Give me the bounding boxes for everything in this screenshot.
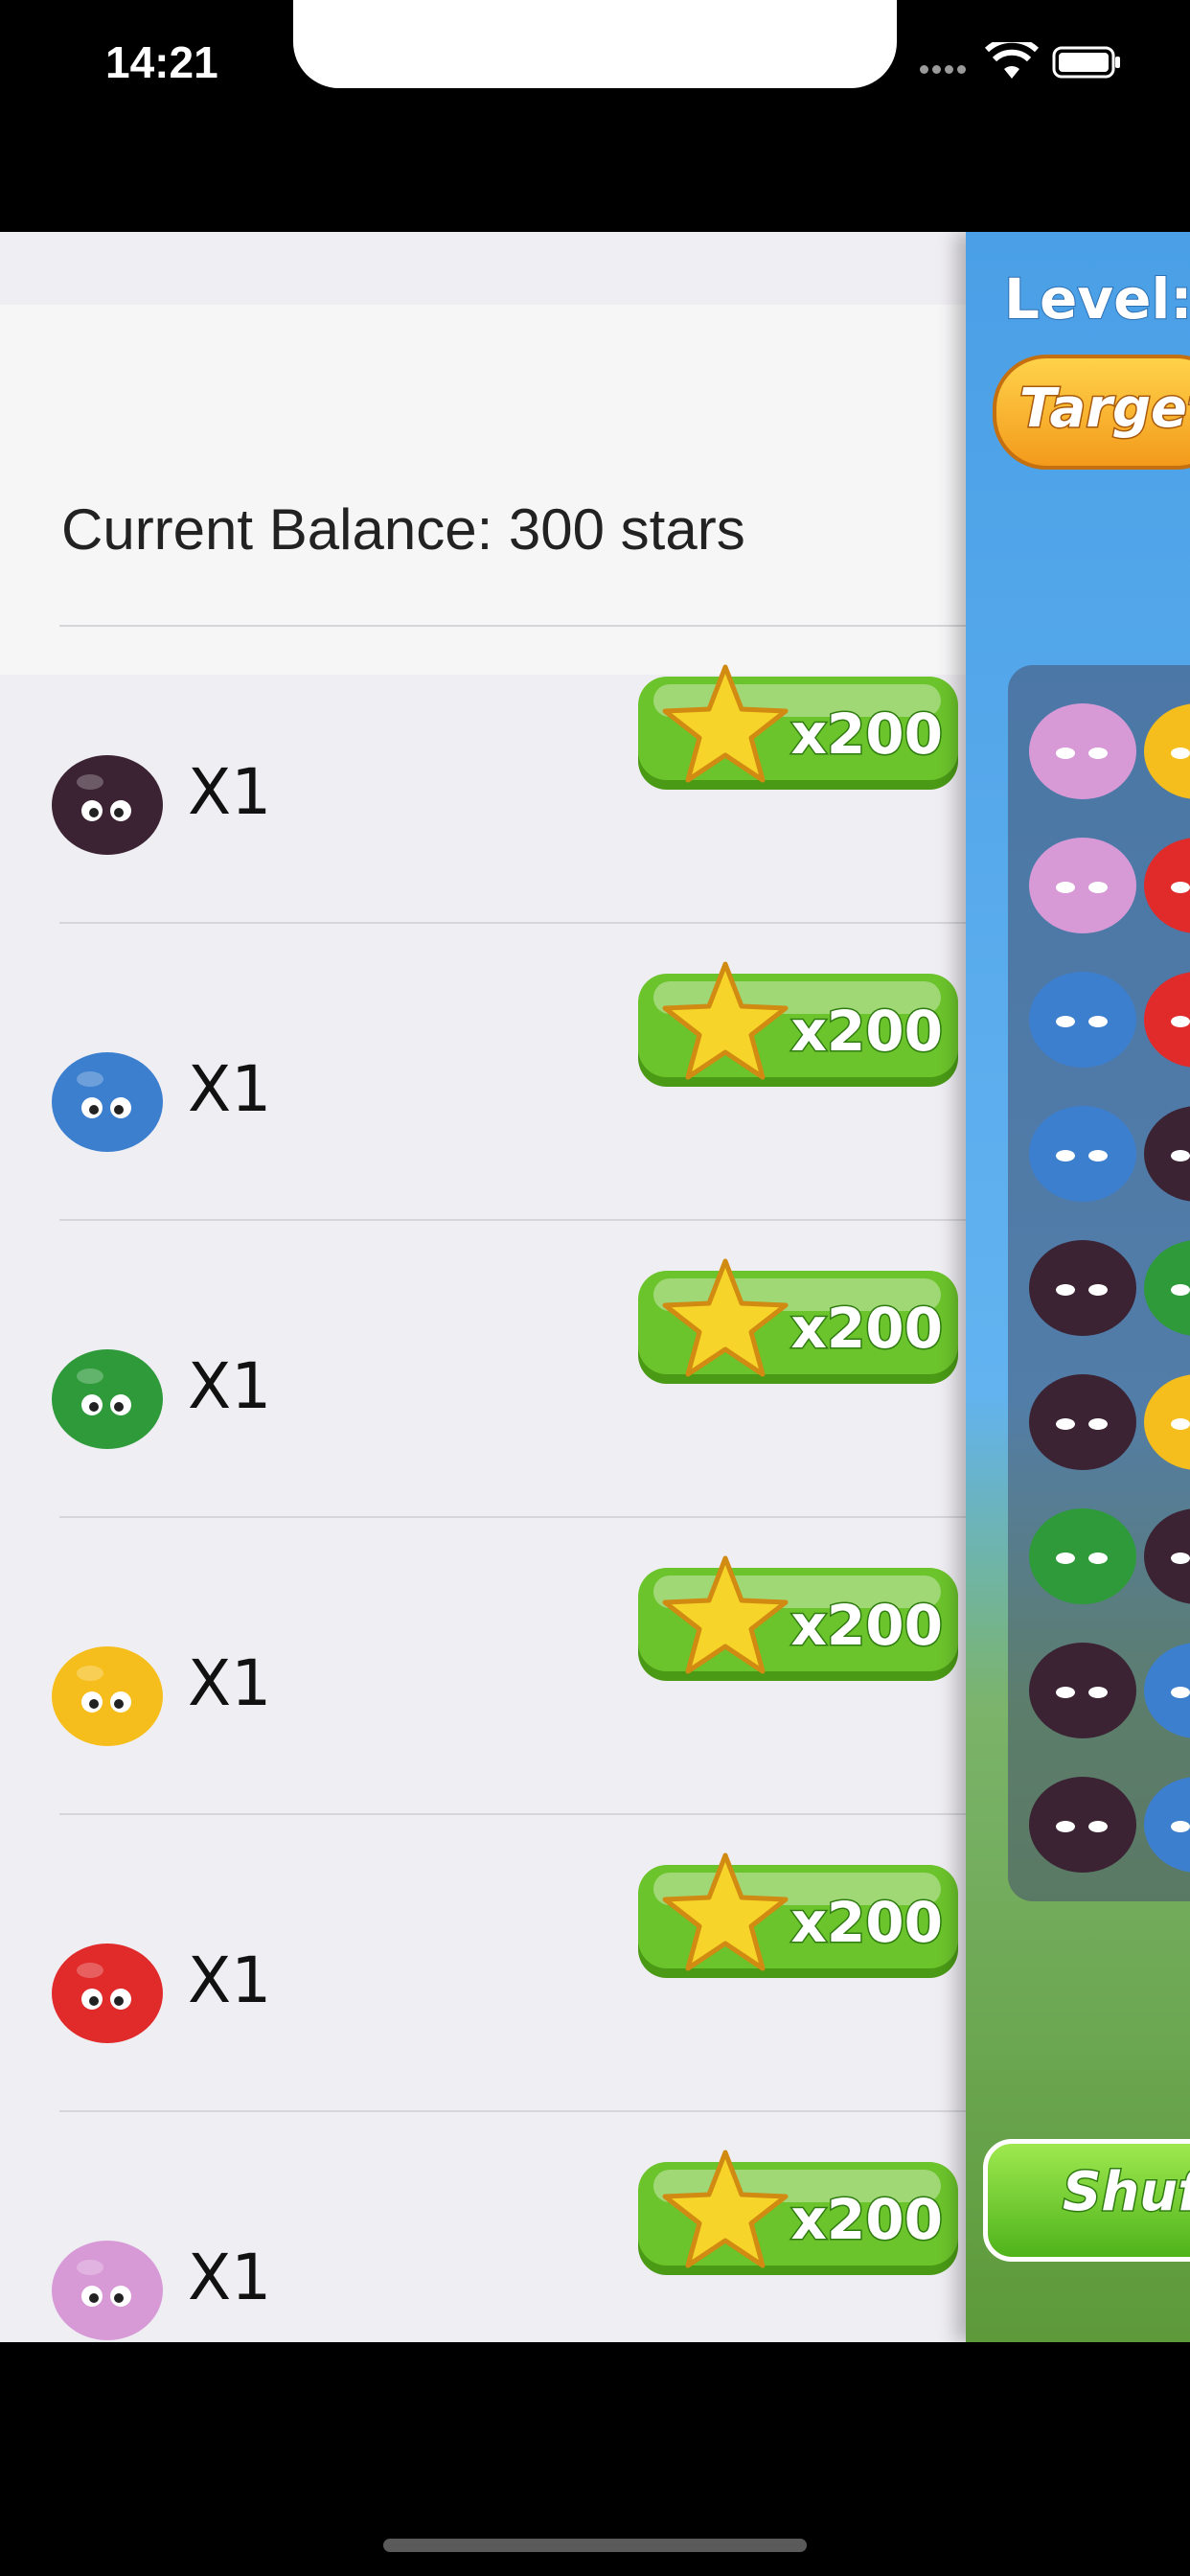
- board-monster-icon[interactable]: [1140, 960, 1190, 1071]
- board-monster-icon[interactable]: [1025, 692, 1140, 803]
- row-separator: [59, 922, 966, 924]
- quantity-label: X1: [188, 1944, 272, 2017]
- row-separator: [59, 625, 966, 627]
- price-label: x200: [790, 1295, 944, 1363]
- dark-purple-monster-icon: [52, 755, 163, 855]
- shop-row: X1 x200: [0, 922, 966, 1219]
- board-monster-icon[interactable]: [1025, 1363, 1140, 1474]
- status-time: 14:21: [105, 37, 218, 87]
- board-monster-icon[interactable]: [1140, 692, 1190, 803]
- price-label: x200: [790, 1592, 944, 1660]
- row-separator: [59, 1516, 966, 1518]
- shop-row: X1 x200: [0, 1516, 966, 1813]
- home-area: [0, 2342, 1190, 2576]
- shop-row: X1 x200: [0, 625, 966, 922]
- red-monster-icon: [52, 1944, 163, 2043]
- green-monster-icon: [52, 1349, 163, 1449]
- cellular-signal-icon: [920, 61, 970, 79]
- quantity-label: X1: [188, 755, 272, 829]
- current-balance-label: Current Balance: 300 stars: [61, 497, 745, 562]
- board-monster-icon[interactable]: [1025, 1497, 1140, 1608]
- board-monster-icon[interactable]: [1140, 1229, 1190, 1340]
- shop-row: X1 x200: [0, 1219, 966, 1516]
- board-monster-icon[interactable]: [1025, 1765, 1140, 1876]
- board-monster-icon[interactable]: [1025, 1631, 1140, 1742]
- board-monster-icon[interactable]: [1025, 960, 1140, 1071]
- quantity-label: X1: [188, 1646, 272, 1720]
- star-shop-drawer: Current Balance: 300 stars X1 x200 X1 x200 X…: [0, 232, 966, 2342]
- price-label: x200: [790, 701, 944, 769]
- row-separator: [59, 1219, 966, 1221]
- game-board[interactable]: [1008, 665, 1190, 1901]
- quantity-label: X1: [188, 1052, 272, 1126]
- balance-header: Current Balance: 300 stars: [0, 305, 966, 675]
- yellow-monster-icon: [52, 1646, 163, 1746]
- board-monster-icon[interactable]: [1140, 1497, 1190, 1608]
- buy-button[interactable]: x200: [634, 1554, 964, 1698]
- shuffle-label: Shuf: [1061, 2160, 1190, 2225]
- game-background-panel[interactable]: Level: Target: Shuf: [966, 232, 1190, 2342]
- board-monster-icon[interactable]: [1025, 1094, 1140, 1206]
- buy-button[interactable]: x200: [634, 1852, 964, 1995]
- row-separator: [59, 1813, 966, 1815]
- level-label: Level:: [1003, 265, 1190, 333]
- shop-row: X1 x200: [0, 1813, 966, 2110]
- quantity-label: X1: [188, 2241, 272, 2314]
- buy-button[interactable]: x200: [634, 1257, 964, 1401]
- board-monster-icon[interactable]: [1140, 826, 1190, 937]
- target-badge: Target:: [993, 355, 1190, 470]
- notch: [293, 0, 897, 88]
- wifi-icon: [985, 42, 1039, 79]
- shuffle-button[interactable]: Shuf: [983, 2139, 1190, 2262]
- status-bar: 14:21: [0, 0, 1190, 230]
- quantity-label: X1: [188, 1349, 272, 1423]
- board-monster-icon[interactable]: [1140, 1094, 1190, 1206]
- target-label: Target:: [1018, 377, 1190, 442]
- board-monster-icon[interactable]: [1025, 826, 1140, 937]
- pink-monster-icon: [52, 2241, 163, 2340]
- screen: Current Balance: 300 stars X1 x200 X1 x200 X…: [0, 232, 1190, 2342]
- board-monster-icon[interactable]: [1140, 1363, 1190, 1474]
- board-monster-icon[interactable]: [1025, 1229, 1140, 1340]
- blue-monster-icon: [52, 1052, 163, 1152]
- shop-row: X1 x200: [0, 2110, 966, 2342]
- row-separator: [59, 2110, 966, 2112]
- home-indicator[interactable]: [383, 2539, 807, 2552]
- buy-button[interactable]: x200: [634, 663, 964, 807]
- board-monster-icon[interactable]: [1140, 1765, 1190, 1876]
- board-monster-icon[interactable]: [1140, 1631, 1190, 1742]
- price-label: x200: [790, 998, 944, 1066]
- battery-icon: [1052, 46, 1120, 79]
- price-label: x200: [790, 2186, 944, 2254]
- buy-button[interactable]: x200: [634, 2149, 964, 2292]
- price-label: x200: [790, 1889, 944, 1957]
- buy-button[interactable]: x200: [634, 960, 964, 1104]
